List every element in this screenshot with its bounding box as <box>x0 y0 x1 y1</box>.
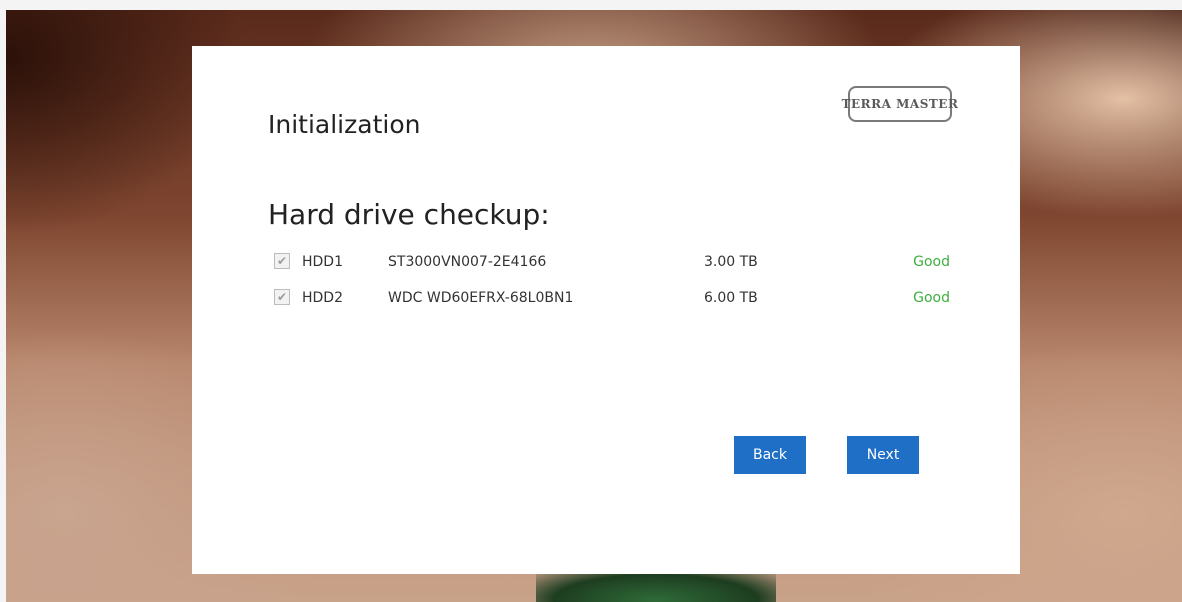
initialization-dialog: Initialization TERRA MASTER Hard drive c… <box>192 46 1020 574</box>
next-button[interactable]: Next <box>847 436 919 474</box>
background-decoration <box>536 570 776 602</box>
drive-id: HDD2 <box>302 290 343 306</box>
drive-size: 6.00 TB <box>704 290 758 306</box>
back-button[interactable]: Back <box>734 436 806 474</box>
drive-model: WDC WD60EFRX-68L0BN1 <box>388 290 574 306</box>
terra-master-logo: TERRA MASTER <box>842 86 958 122</box>
checkmark-icon: ✔ <box>276 290 288 304</box>
drive-id: HDD1 <box>302 254 343 270</box>
checkmark-icon: ✔ <box>276 254 288 268</box>
drive-size: 3.00 TB <box>704 254 758 270</box>
drive-checkbox-hdd1[interactable]: ✔ <box>274 253 290 269</box>
drive-row-hdd1: ✔ HDD1 ST3000VN007-2E4166 3.00 TB Good <box>272 250 952 274</box>
drive-row-hdd2: ✔ HDD2 WDC WD60EFRX-68L0BN1 6.00 TB Good <box>272 286 952 310</box>
logo-text: TERRA MASTER <box>841 97 959 111</box>
drive-status: Good <box>913 290 950 306</box>
section-heading: Hard drive checkup: <box>268 198 550 231</box>
drive-status: Good <box>913 254 950 270</box>
drive-checkbox-hdd2[interactable]: ✔ <box>274 289 290 305</box>
dialog-title: Initialization <box>268 110 421 139</box>
drive-model: ST3000VN007-2E4166 <box>388 254 547 270</box>
